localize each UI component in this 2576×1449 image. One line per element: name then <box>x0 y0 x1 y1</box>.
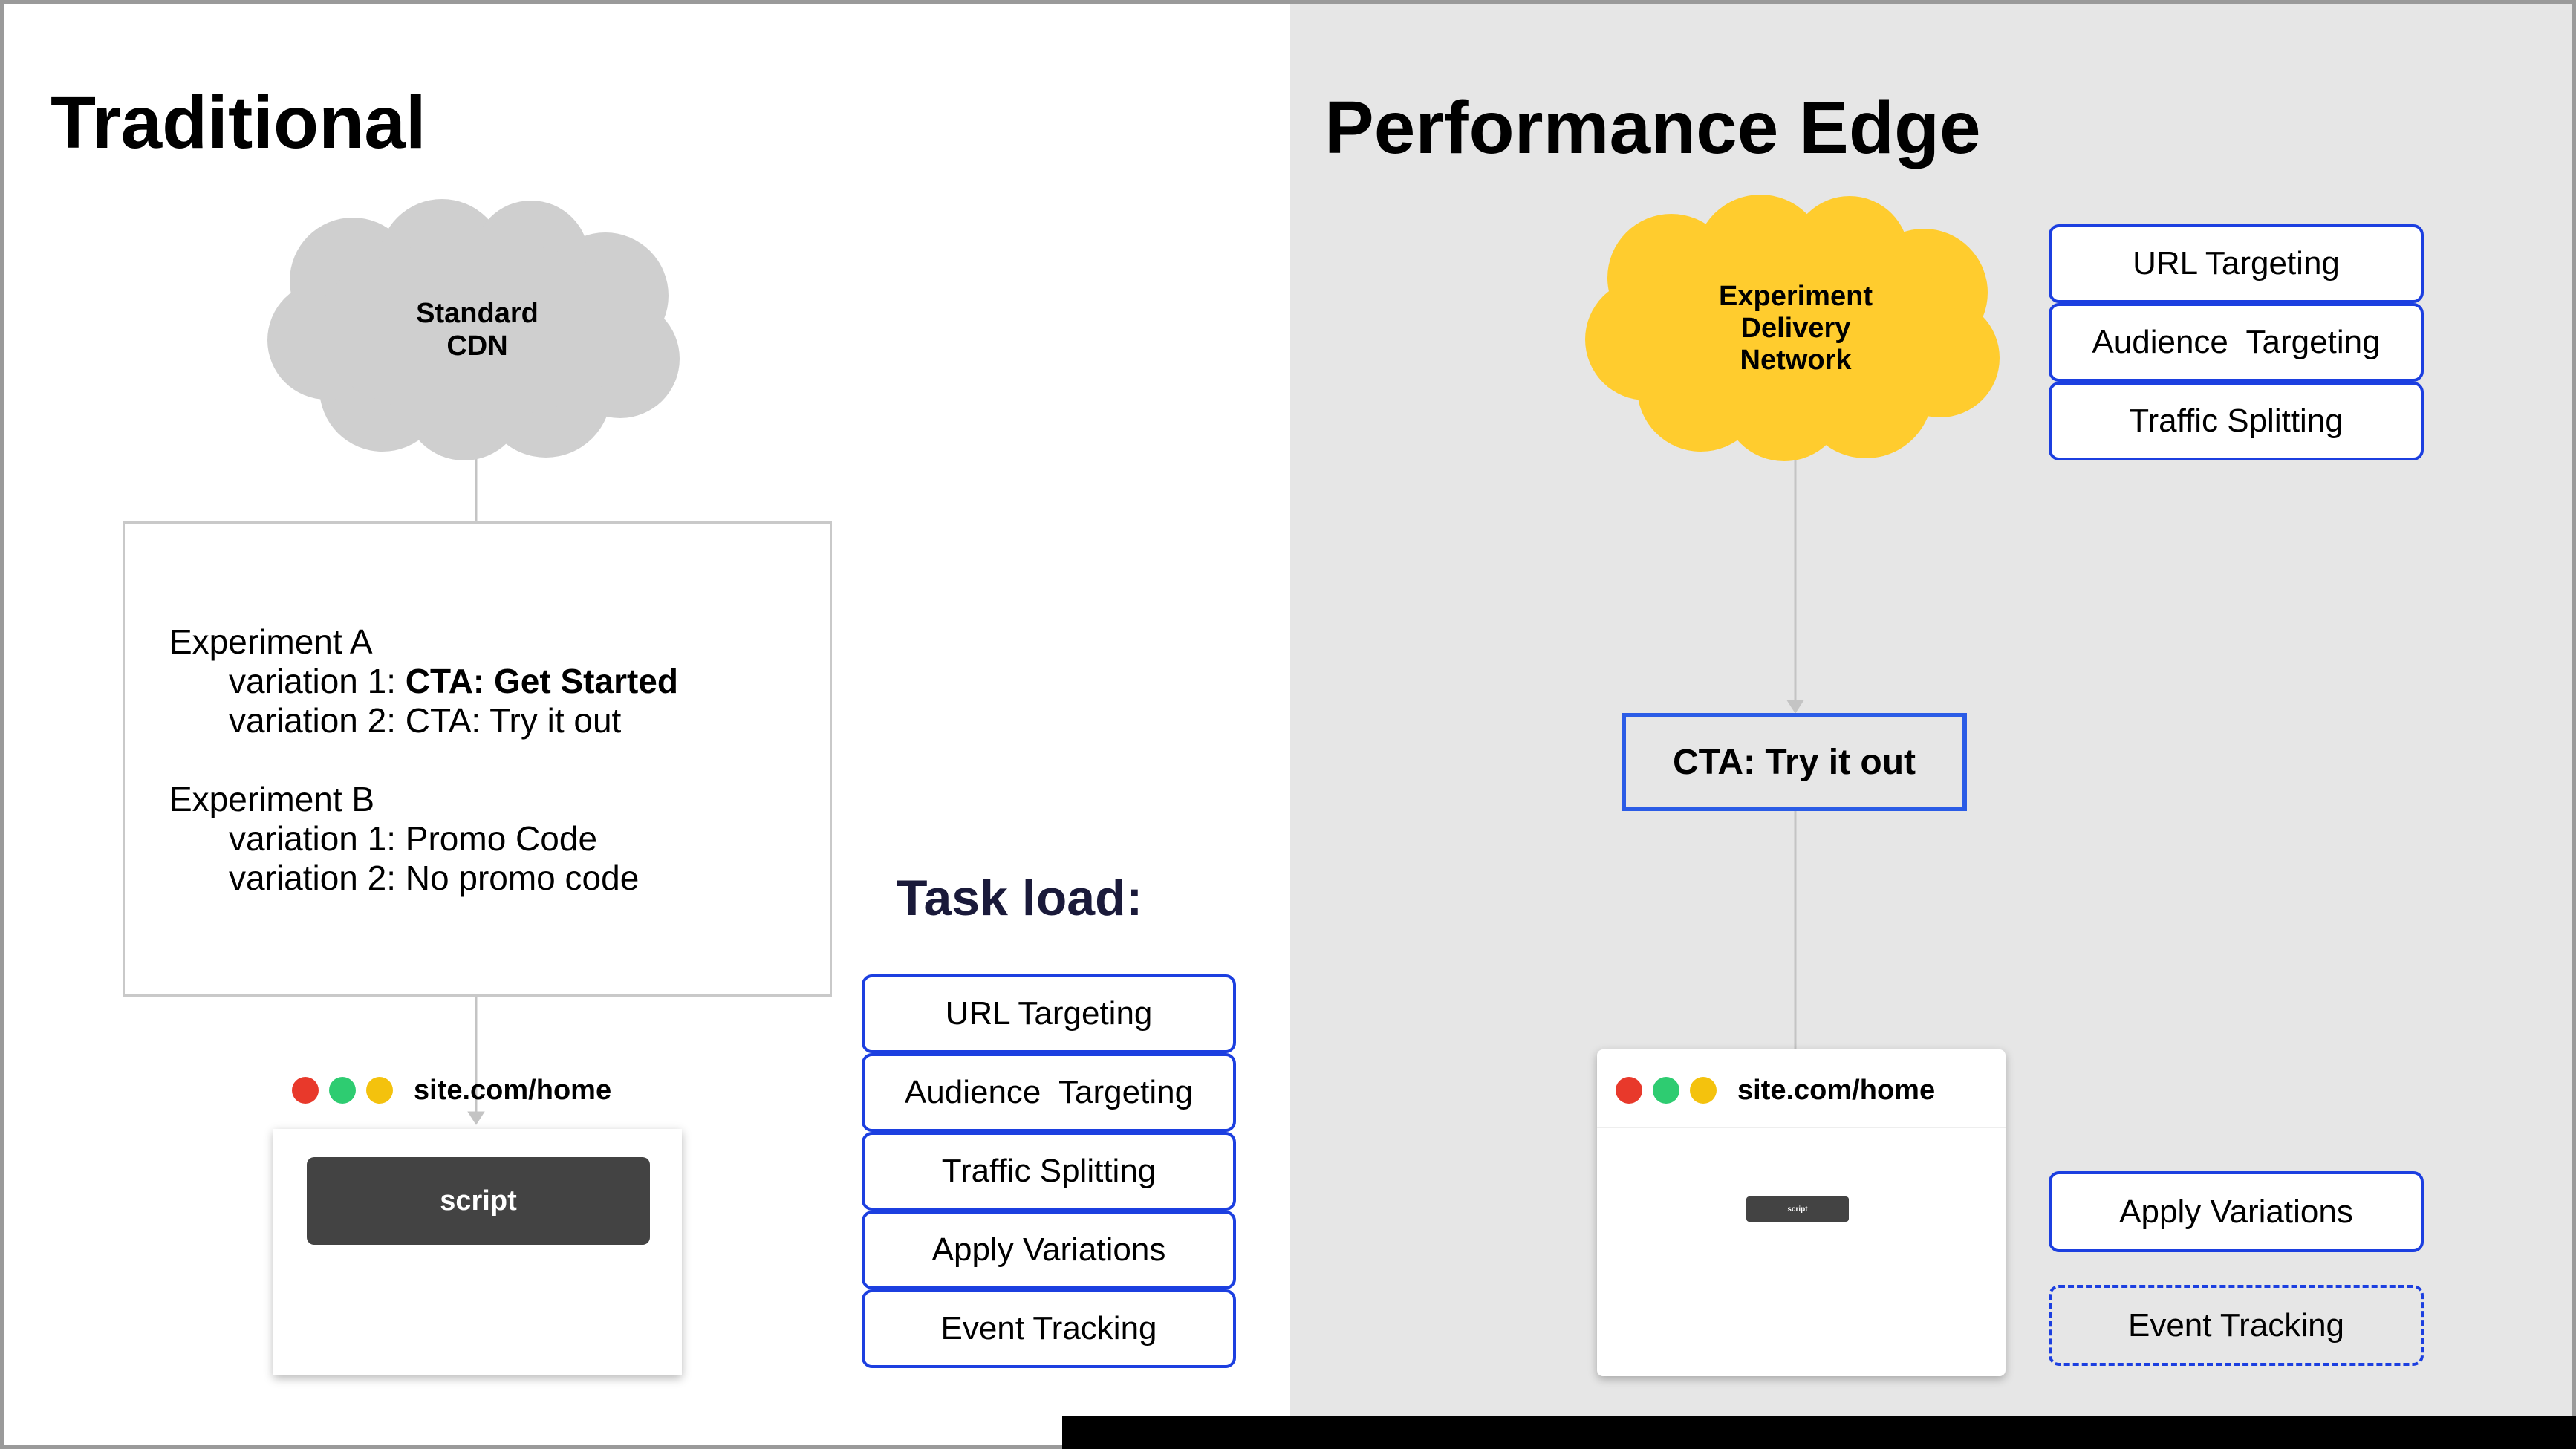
task-event-tracking: Event Tracking <box>862 1289 1236 1368</box>
experiment-a-title: Experiment A <box>169 622 373 661</box>
traditional-title: Traditional <box>51 81 426 164</box>
traditional-browser-bar: site.com/home <box>292 1072 611 1109</box>
experiments-box <box>123 521 832 997</box>
edge-browser-bar: site.com/home <box>1616 1072 1935 1109</box>
task-apply-variations: Apply Variations <box>862 1211 1236 1289</box>
edge-audience-targeting: Audience Targeting <box>2049 303 2424 382</box>
traditional-browser-window: script <box>273 1129 682 1375</box>
minimize-dot-icon <box>1690 1077 1717 1104</box>
experiment-delivery-label: Experiment Delivery Network <box>1719 280 1873 376</box>
traditional-script-button: script <box>307 1157 650 1245</box>
experiment-b-variation-1: variation 1: Promo Code <box>229 819 598 858</box>
maximize-dot-icon <box>1653 1077 1679 1104</box>
client-apply-variations: Apply Variations <box>2049 1171 2424 1252</box>
experiment-a-variation-1: variation 1: CTA: Get Started <box>229 662 678 700</box>
experiment-delivery-cloud: Experiment Delivery Network <box>1582 195 2009 462</box>
edge-traffic-splitting: Traffic Splitting <box>2049 382 2424 460</box>
task-audience-targeting: Audience Targeting <box>862 1053 1236 1132</box>
performance-edge-title: Performance Edge <box>1324 86 1981 169</box>
traditional-url: site.com/home <box>414 1074 612 1106</box>
bottom-black-bar <box>1062 1416 2576 1449</box>
browser-header-divider <box>1597 1127 2006 1128</box>
task-url-targeting: URL Targeting <box>862 974 1236 1053</box>
cta-try-it-out: CTA: Try it out <box>1622 713 1967 811</box>
edge-script-button: script <box>1746 1196 1849 1222</box>
experiment-b-title: Experiment B <box>169 780 375 818</box>
experiment-b-variation-2: variation 2: No promo code <box>229 859 640 897</box>
maximize-dot-icon <box>329 1077 356 1104</box>
edge-url-targeting: URL Targeting <box>2049 224 2424 303</box>
minimize-dot-icon <box>366 1077 393 1104</box>
client-event-tracking: Event Tracking <box>2049 1285 2424 1366</box>
edge-url: site.com/home <box>1737 1074 1936 1106</box>
standard-cdn-cloud: Standard CDN <box>264 199 691 460</box>
task-traffic-splitting: Traffic Splitting <box>862 1132 1236 1211</box>
close-dot-icon <box>292 1077 319 1104</box>
close-dot-icon <box>1616 1077 1642 1104</box>
standard-cdn-label: Standard CDN <box>416 298 539 362</box>
task-load-title: Task load: <box>897 870 1143 926</box>
experiment-a-variation-2: variation 2: CTA: Try it out <box>229 701 622 740</box>
